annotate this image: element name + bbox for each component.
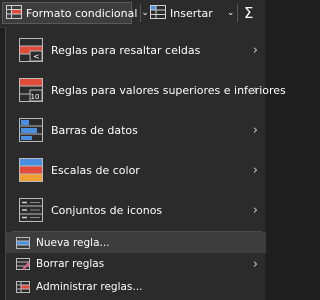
menu-item-manage-rules[interactable]: Administrar reglas...	[6, 276, 266, 298]
menu-item-top-bottom-rules[interactable]: 10 Reglas para valores superiores e infe…	[6, 71, 286, 109]
color-scales-icon	[19, 158, 43, 182]
menu-item-label: Nueva regla...	[36, 236, 110, 249]
menu-item-label: Barras de datos	[51, 123, 138, 137]
menu-item-label: Conjuntos de iconos	[51, 203, 163, 217]
menu-item-label: Administrar reglas...	[36, 281, 143, 293]
svg-text:<: <	[33, 52, 40, 61]
chevron-right-icon: ›	[252, 82, 258, 98]
chevron-right-icon: ›	[252, 202, 258, 218]
menu-item-highlight-rules[interactable]: < Reglas para resaltar celdas ›	[6, 31, 266, 69]
sigma-icon: Σ	[244, 4, 254, 22]
svg-text:10: 10	[31, 93, 40, 101]
autosum-button[interactable]: Σ	[244, 2, 264, 24]
menu-item-label: Borrar reglas	[36, 258, 105, 270]
highlight-cells-rules-icon: <	[19, 38, 43, 62]
insert-cells-icon	[150, 4, 166, 22]
ribbon-bar: Formato condicional ⌄ Insertar ⌄ Σ	[0, 0, 265, 28]
insertar-button[interactable]: Insertar ⌄	[150, 2, 234, 24]
menu-item-new-rule[interactable]: Nueva regla...	[6, 232, 266, 253]
chevron-down-icon: ⌄	[226, 8, 235, 18]
menu-item-clear-rules[interactable]: Borrar reglas ›	[6, 253, 266, 275]
chevron-right-icon: ›	[252, 256, 258, 272]
toolbar-divider	[237, 4, 238, 22]
chevron-right-icon: ›	[252, 122, 258, 138]
insertar-label: Insertar	[170, 6, 213, 20]
menu-item-label: Reglas para valores superiores e inferio…	[51, 83, 286, 97]
data-bars-icon	[19, 118, 43, 142]
menu-item-label: Reglas para resaltar celdas	[51, 43, 201, 57]
menu-item-data-bars[interactable]: Barras de datos ›	[6, 111, 266, 149]
icon-sets-icon	[19, 198, 43, 222]
conditional-format-menu: < Reglas para resaltar celdas › 10 Regla…	[5, 27, 286, 300]
chevron-down-icon: ⌄	[141, 8, 149, 18]
menu-item-icon-sets[interactable]: Conjuntos de iconos ›	[6, 191, 266, 229]
toolbar-divider	[140, 4, 141, 22]
new-rule-icon	[16, 236, 30, 249]
manage-rules-icon	[16, 281, 30, 293]
menu-item-label: Escalas de color	[51, 163, 140, 177]
clear-rules-icon	[16, 258, 30, 270]
menu-item-color-scales[interactable]: Escalas de color ›	[6, 151, 266, 189]
formato-condicional-button[interactable]: Formato condicional ⌄	[2, 2, 149, 24]
chevron-right-icon: ›	[252, 42, 258, 58]
conditional-format-icon	[6, 4, 22, 22]
chevron-right-icon: ›	[252, 162, 258, 178]
formato-condicional-label: Formato condicional	[26, 6, 138, 20]
top-bottom-rules-icon: 10	[19, 78, 43, 102]
